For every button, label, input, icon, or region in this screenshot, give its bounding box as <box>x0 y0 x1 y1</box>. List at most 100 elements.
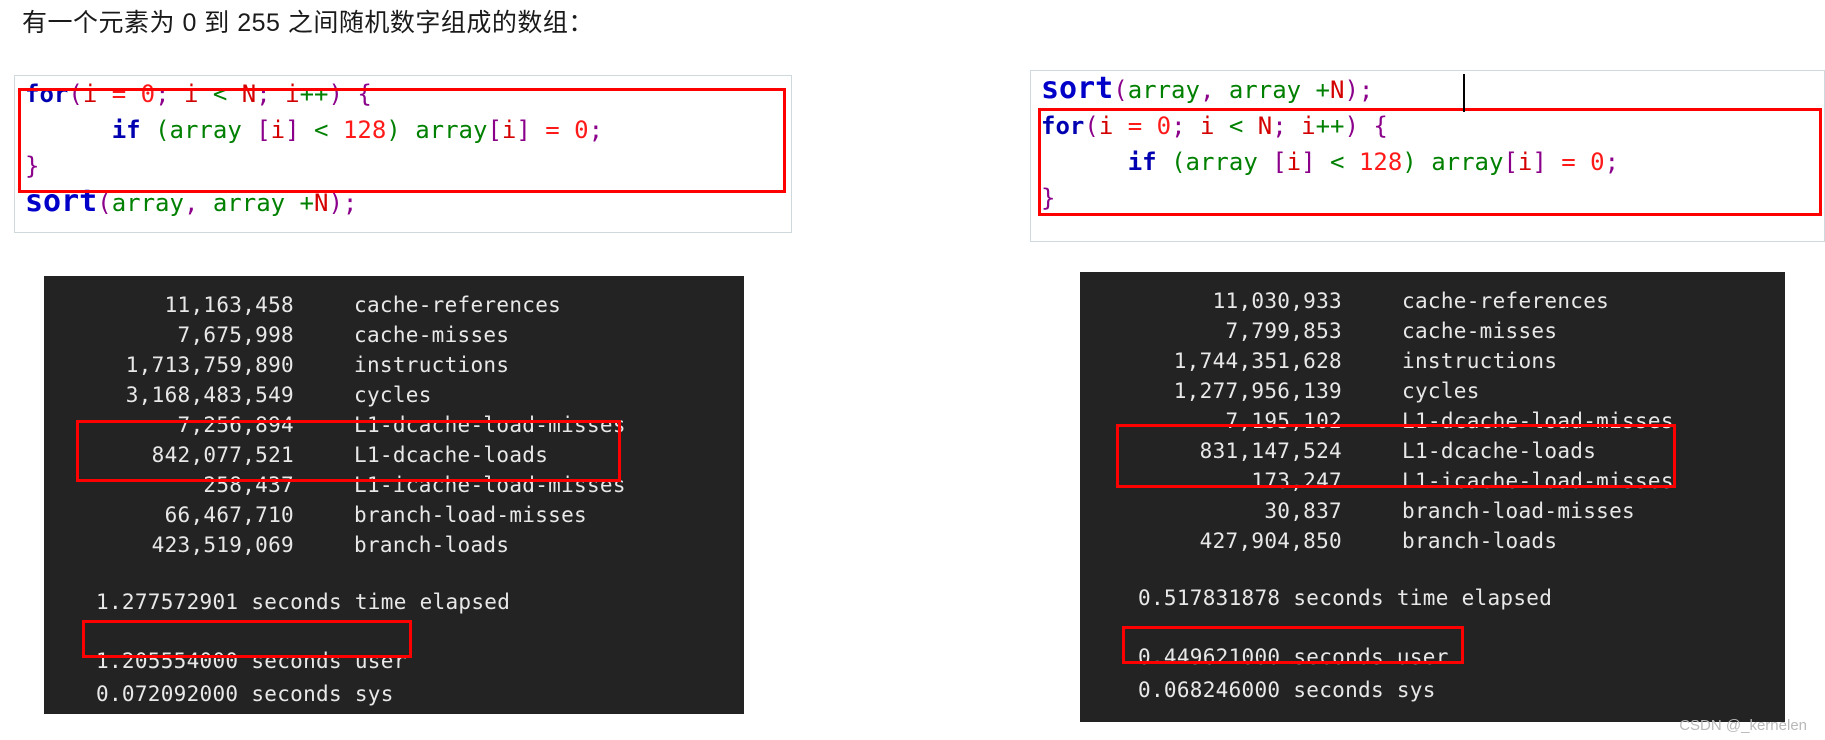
perf-stat-value: 7,799,853 <box>1225 319 1342 343</box>
perf-stat-value: 11,163,458 <box>164 293 294 317</box>
code-token: i <box>1301 112 1316 140</box>
code-token: ( <box>1171 148 1186 176</box>
code-token: { <box>357 80 372 108</box>
code-token: ] <box>1532 148 1547 176</box>
elapsed-time-left: 1.277572901 seconds time elapsed <box>96 590 511 614</box>
code-token: i <box>82 80 98 108</box>
code-token: ) <box>1344 112 1359 140</box>
code-token: = <box>97 80 141 108</box>
perf-stat-value: 3,168,483,549 <box>125 383 294 407</box>
code-token: + <box>285 189 315 217</box>
perf-output-left: 11,163,458 cache-references 7,675,998 cache… <box>44 276 744 714</box>
code-token: ( <box>155 116 170 144</box>
perf-times-right: 0.517831878 seconds time elapsed 0.44962… <box>1080 556 1785 707</box>
perf-stat-label: cycles <box>354 383 432 407</box>
code-token: ++ <box>299 80 329 108</box>
code-token: 0 <box>1590 148 1605 176</box>
code-editor-right[interactable]: sort(array, array +N); for(i = 0; i < N; … <box>1030 70 1825 242</box>
code-token: ) <box>1344 76 1359 104</box>
code-token: i <box>270 116 286 144</box>
code-token: ] <box>516 116 531 144</box>
perf-stat-row: 7,675,998 cache-misses <box>44 320 744 350</box>
code-token: i <box>501 116 517 144</box>
code-token: N <box>314 189 329 217</box>
perf-stat-row: 427,904,850 branch-loads <box>1080 526 1785 556</box>
code-token: i <box>1098 112 1114 140</box>
code-right-line-2: if (array [i] < 128) array[i] = 0; <box>1031 144 1824 180</box>
perf-stat-label: cache-misses <box>354 323 510 347</box>
code-token: ; <box>588 116 604 144</box>
code-token: < <box>198 80 242 108</box>
code-token: N <box>241 80 257 108</box>
code-token: , <box>1199 76 1229 104</box>
code-left-lines: for(i = 0; i < N; i++) { if (array [i] <… <box>15 76 791 221</box>
code-token: 128 <box>1358 148 1403 176</box>
code-token: [ <box>1272 148 1287 176</box>
code-token: ; <box>256 80 286 108</box>
text-cursor-caret <box>1463 74 1465 112</box>
perf-times-left: 1.277572901 seconds time elapsed 1.20555… <box>44 560 744 711</box>
watermark-label: CSDN @_kernelen <box>1679 717 1807 734</box>
perf-stats-right: 11,030,933 cache-references 7,799,853 cache… <box>1080 272 1785 556</box>
perf-stat-row: 1,744,351,628 instructions <box>1080 346 1785 376</box>
perf-stat-row: 423,519,069 branch-loads <box>44 530 744 560</box>
code-token: ; <box>342 189 358 217</box>
code-token: ) <box>328 80 343 108</box>
perf-stat-label: cache-misses <box>1402 319 1558 343</box>
code-token: for <box>1041 112 1085 140</box>
code-token: ( <box>68 80 83 108</box>
perf-stat-label: branch-loads <box>354 533 510 557</box>
code-token: i <box>1199 112 1215 140</box>
code-token: array <box>111 189 184 217</box>
code-token: N <box>1257 112 1273 140</box>
perf-stat-label: L1-dcache-load-misses <box>354 413 626 437</box>
code-token: ) <box>1402 148 1417 176</box>
code-token: ) <box>386 116 401 144</box>
code-token: } <box>25 152 40 180</box>
code-token: } <box>1041 184 1056 212</box>
perf-stat-row: 11,030,933 cache-references <box>1080 286 1785 316</box>
perf-stat-value: 831,147,524 <box>1199 439 1342 463</box>
perf-stat-value: 1,277,956,139 <box>1173 379 1342 403</box>
elapsed-time-right: 0.517831878 seconds time elapsed <box>1138 586 1553 610</box>
code-token: < <box>1214 112 1258 140</box>
perf-stat-row: 831,147,524 L1-dcache-loads <box>1080 436 1785 466</box>
code-right-line-0: sort(array, array +N); <box>1031 71 1824 108</box>
code-token: ( <box>1113 76 1128 104</box>
code-left-line-0: for(i = 0; i < N; i++) { <box>15 76 791 112</box>
code-editor-left[interactable]: for(i = 0; i < N; i++) { if (array [i] <… <box>14 75 792 233</box>
perf-stat-value: 1,713,759,890 <box>125 353 294 377</box>
perf-output-right: 11,030,933 cache-references 7,799,853 cache… <box>1080 272 1785 722</box>
code-right-line-3: } <box>1031 180 1824 216</box>
perf-stat-value: 66,467,710 <box>164 503 294 527</box>
code-token: i <box>285 80 300 108</box>
code-token: sort <box>1041 71 1114 106</box>
code-left-line-2: } <box>15 148 791 184</box>
perf-stat-row: 11,163,458 cache-references <box>44 290 744 320</box>
page-title: 有一个元素为 0 到 255 之间随机数字组成的数组： <box>22 9 594 37</box>
code-token: [ <box>487 116 502 144</box>
perf-stat-value: 1,744,351,628 <box>1173 349 1342 373</box>
code-token: [ <box>256 116 271 144</box>
code-token: ( <box>1084 112 1099 140</box>
code-token: N <box>1330 76 1345 104</box>
perf-stat-label: branch-load-misses <box>1402 499 1635 523</box>
code-token: ) <box>328 189 343 217</box>
user-time-left: 1.205554000 seconds user <box>96 649 407 673</box>
sys-time-right: 0.068246000 seconds sys <box>1138 678 1436 702</box>
perf-stat-row: 66,467,710 branch-load-misses <box>44 500 744 530</box>
code-right-lines: sort(array, array +N); for(i = 0; i < N; … <box>1031 71 1824 216</box>
code-left-line-1: if (array [i] < 128) array[i] = 0; <box>15 112 791 148</box>
code-token: 128 <box>342 116 387 144</box>
code-token: array <box>1431 148 1504 176</box>
code-token: array <box>1127 76 1200 104</box>
perf-stat-row: 7,195,102 L1-dcache-load-misses <box>1080 406 1785 436</box>
code-token: 0 <box>1156 112 1172 140</box>
perf-stat-value: 173,247 <box>1251 469 1342 493</box>
